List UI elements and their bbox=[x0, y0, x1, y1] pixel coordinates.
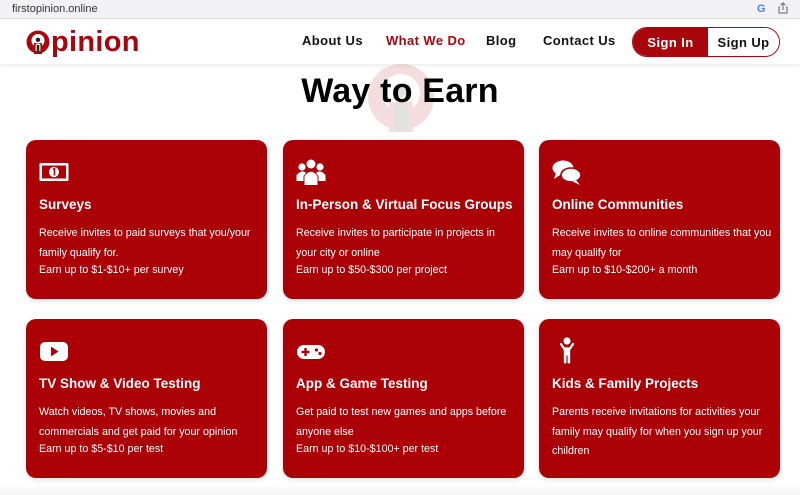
card-tv-video-testing[interactable]: TV Show & Video Testing Watch videos, TV… bbox=[26, 319, 267, 478]
card-description: Receive invites to online communities th… bbox=[552, 227, 772, 259]
logo-text: pinion bbox=[51, 26, 140, 58]
card-earnings: Earn up to $10-$100+ per test bbox=[296, 443, 439, 455]
card-title: App & Game Testing bbox=[296, 376, 428, 391]
card-description: Receive invites to paid surveys that you… bbox=[39, 227, 251, 259]
video-play-icon bbox=[40, 342, 68, 361]
card-earnings: Earn up to $50-$300 per project bbox=[296, 264, 447, 276]
sign-up-button[interactable]: Sign Up bbox=[708, 28, 779, 56]
card-surveys[interactable]: Surveys Receive invites to paid surveys … bbox=[26, 140, 267, 299]
card-earnings: Earn up to $1-$10+ per survey bbox=[39, 264, 184, 276]
logo[interactable]: pinion bbox=[26, 25, 140, 59]
sign-in-button[interactable]: Sign In bbox=[633, 28, 708, 56]
child-icon bbox=[559, 337, 575, 364]
card-app-game-testing[interactable]: App & Game Testing Get paid to test new … bbox=[283, 319, 524, 478]
group-icon bbox=[296, 159, 326, 185]
chat-icon bbox=[552, 160, 582, 185]
card-description: Get paid to test new games and apps befo… bbox=[296, 406, 507, 438]
url-text[interactable]: firstopinion.online bbox=[12, 3, 98, 15]
card-description: Watch videos, TV shows, movies and comme… bbox=[39, 406, 238, 438]
google-icon[interactable]: G bbox=[757, 3, 766, 15]
card-title: Online Communities bbox=[552, 197, 684, 212]
share-icon[interactable] bbox=[776, 1, 790, 15]
logo-o-icon bbox=[26, 30, 50, 54]
card-earnings: Earn up to $10-$200+ a month bbox=[552, 264, 698, 276]
card-kids-family-projects[interactable]: Kids & Family Projects Parents receive i… bbox=[539, 319, 780, 478]
card-description: Receive invites to participate in projec… bbox=[296, 227, 496, 259]
card-title: TV Show & Video Testing bbox=[39, 376, 201, 391]
site-header: pinion About Us What We Do Blog Contact … bbox=[0, 20, 800, 64]
card-online-communities[interactable]: Online Communities Receive invites to on… bbox=[539, 140, 780, 299]
auth-buttons: Sign In Sign Up bbox=[632, 27, 780, 57]
browser-url-bar[interactable]: firstopinion.online G bbox=[0, 0, 800, 19]
nav-blog[interactable]: Blog bbox=[486, 33, 516, 48]
money-icon bbox=[39, 163, 69, 181]
card-earnings: Earn up to $5-$10 per test bbox=[39, 443, 164, 455]
card-title: In-Person & Virtual Focus Groups bbox=[296, 197, 513, 212]
page-title: Way to Earn bbox=[301, 72, 499, 110]
card-title: Surveys bbox=[39, 197, 92, 212]
nav-what-we-do[interactable]: What We Do bbox=[386, 33, 466, 48]
card-description: Parents receive invitations for activiti… bbox=[552, 406, 763, 457]
page-bottom-shadow bbox=[0, 483, 800, 495]
card-focus-groups[interactable]: In-Person & Virtual Focus Groups Receive… bbox=[283, 140, 524, 299]
card-title: Kids & Family Projects bbox=[552, 376, 699, 391]
nav-about-us[interactable]: About Us bbox=[302, 33, 363, 48]
gamepad-icon bbox=[297, 345, 325, 359]
nav-contact-us[interactable]: Contact Us bbox=[543, 33, 616, 48]
